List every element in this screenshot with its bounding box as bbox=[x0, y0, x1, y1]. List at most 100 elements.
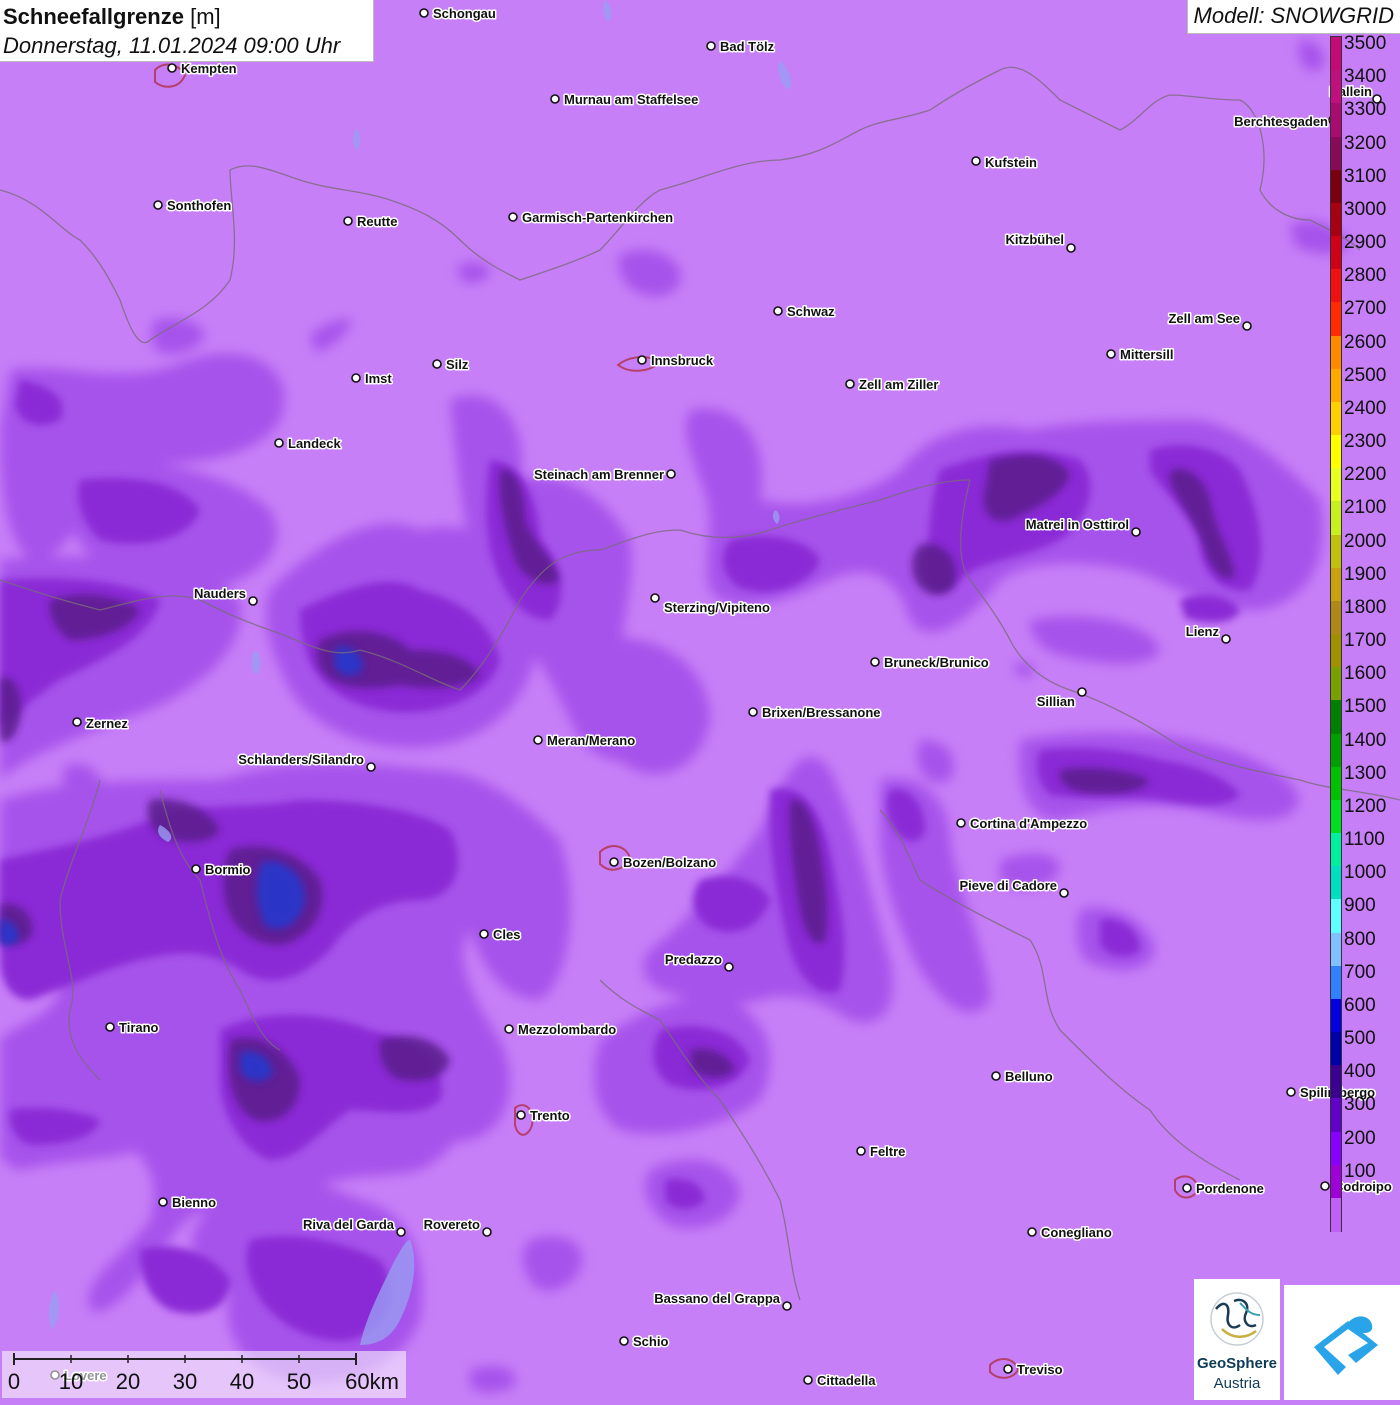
legend-color-swatch bbox=[1331, 468, 1341, 502]
city-label: Cles bbox=[493, 927, 520, 942]
map-title-unit: [m] bbox=[190, 4, 221, 29]
city-marker: Meran/Merano bbox=[533, 732, 637, 750]
legend-bar bbox=[1330, 36, 1342, 1232]
partner-logo bbox=[1284, 1285, 1400, 1400]
city-label: Berchtesgaden bbox=[1234, 114, 1328, 129]
city-label: Mezzolombardo bbox=[518, 1022, 616, 1037]
legend-value-label: 2000 bbox=[1344, 530, 1387, 552]
legend-color-swatch bbox=[1331, 833, 1341, 867]
model-label: Modell: SNOWGRID bbox=[1186, 0, 1400, 34]
city-label: Matrei in Osttirol bbox=[1026, 517, 1129, 532]
scale-tick-label: 40 bbox=[229, 1369, 255, 1394]
legend-color-swatch bbox=[1331, 335, 1341, 370]
legend-color-swatch bbox=[1331, 667, 1341, 701]
city-dot bbox=[773, 306, 783, 316]
city-label: Feltre bbox=[870, 1144, 905, 1159]
city-label: Bassano del Grappa bbox=[654, 1291, 780, 1306]
legend-color-swatch bbox=[1331, 1032, 1341, 1066]
city-dot bbox=[1131, 527, 1141, 537]
city-dot bbox=[856, 1146, 866, 1156]
legend-color-swatch bbox=[1331, 236, 1341, 270]
map-title-label: Schneefallgrenze bbox=[3, 4, 184, 29]
city-label: Steinach am Brenner bbox=[534, 467, 664, 482]
scale-tick-label: 20 bbox=[115, 1369, 141, 1394]
legend-color-swatch bbox=[1331, 899, 1341, 934]
legend-value-label: 1700 bbox=[1344, 630, 1387, 651]
city-dot bbox=[1320, 1181, 1330, 1191]
legend-color-swatch bbox=[1331, 1065, 1341, 1099]
city-label: Trento bbox=[530, 1108, 570, 1123]
city-dot bbox=[153, 200, 163, 210]
legend-value-label: 3100 bbox=[1344, 165, 1387, 187]
legend-color-swatch bbox=[1331, 567, 1341, 602]
legend-value-label: 1200 bbox=[1344, 795, 1387, 817]
city-dot bbox=[274, 438, 284, 448]
legend-value-label: 3200 bbox=[1344, 132, 1387, 154]
legend-color-swatch bbox=[1331, 302, 1341, 337]
legend-value-label: 2100 bbox=[1344, 497, 1387, 519]
legend-value-label: 3300 bbox=[1344, 99, 1387, 121]
city-dot bbox=[1003, 1364, 1013, 1374]
city-dot bbox=[504, 1024, 514, 1034]
legend-value-label: 2700 bbox=[1344, 298, 1387, 320]
legend-value-label: 900 bbox=[1344, 895, 1376, 917]
city-label: Innsbruck bbox=[651, 353, 714, 368]
geosphere-logo: GeoSphere Austria bbox=[1194, 1279, 1280, 1400]
legend-value-label: 1100 bbox=[1344, 829, 1385, 850]
legend-value-label: 1900 bbox=[1344, 563, 1387, 585]
city-marker: Bruneck/Brunico bbox=[870, 654, 990, 672]
legend-color-swatch bbox=[1331, 799, 1341, 834]
city-marker: Conegliano bbox=[1027, 1224, 1113, 1242]
city-label: Schlanders/Silandro bbox=[238, 752, 364, 767]
city-marker: Murnau am Staffelsee bbox=[550, 91, 700, 109]
legend-color-swatch bbox=[1331, 269, 1341, 303]
city-label: Zernez bbox=[86, 716, 128, 731]
city-label: Silz bbox=[446, 357, 469, 372]
city-label: Zell am See bbox=[1168, 311, 1240, 326]
map-title: Schneefallgrenze [m] bbox=[3, 2, 370, 32]
city-label: Pordenone bbox=[1196, 1181, 1264, 1196]
partner-emblem bbox=[1314, 1316, 1378, 1375]
city-dot bbox=[432, 359, 442, 369]
scale-tick-label: 30 bbox=[172, 1369, 198, 1394]
city-marker: Steinach am Brenner bbox=[532, 466, 676, 484]
city-dot bbox=[158, 1197, 168, 1207]
city-label: Kitzbühel bbox=[1006, 232, 1065, 247]
city-label: Landeck bbox=[288, 436, 342, 451]
city-label: Schwaz bbox=[787, 304, 835, 319]
legend-value-label: 200 bbox=[1344, 1127, 1376, 1149]
city-label: Belluno bbox=[1005, 1069, 1053, 1084]
city-dot bbox=[1106, 349, 1116, 359]
city-label: Bienno bbox=[172, 1195, 216, 1210]
city-dot bbox=[782, 1301, 792, 1311]
city-dot bbox=[550, 94, 560, 104]
city-label: Lienz bbox=[1186, 624, 1220, 639]
city-marker: Zell am Ziller bbox=[845, 376, 940, 394]
city-label: Brixen/Bressanone bbox=[762, 705, 881, 720]
city-dot bbox=[845, 379, 855, 389]
city-label: Predazzo bbox=[665, 952, 722, 967]
city-dot bbox=[1286, 1087, 1296, 1097]
city-dot bbox=[396, 1227, 406, 1237]
city-label: Sonthofen bbox=[167, 198, 231, 213]
legend-value-label: 1400 bbox=[1344, 729, 1387, 751]
city-label: Nauders bbox=[194, 586, 246, 601]
city-dot bbox=[1182, 1183, 1192, 1193]
city-dot bbox=[419, 8, 429, 18]
city-label: Treviso bbox=[1017, 1362, 1063, 1377]
city-dot bbox=[666, 469, 676, 479]
legend-color-swatch bbox=[1331, 634, 1341, 668]
legend-color-swatch bbox=[1331, 1164, 1341, 1199]
legend-color-swatch bbox=[1331, 998, 1341, 1033]
city-marker: Cortina d'Ampezzo bbox=[956, 815, 1089, 833]
city-label: Schio bbox=[633, 1334, 668, 1349]
city-dot bbox=[366, 762, 376, 772]
scale-tick-label: 50 bbox=[286, 1369, 312, 1394]
city-dot bbox=[248, 596, 258, 606]
city-marker: Garmisch-Partenkirchen bbox=[508, 209, 675, 227]
city-label: Kempten bbox=[181, 61, 237, 76]
legend-color-swatch bbox=[1331, 401, 1341, 436]
legend-color-swatch bbox=[1331, 534, 1341, 569]
city-label: Cittadella bbox=[817, 1373, 876, 1388]
city-label: Pieve di Cadore bbox=[959, 878, 1057, 893]
